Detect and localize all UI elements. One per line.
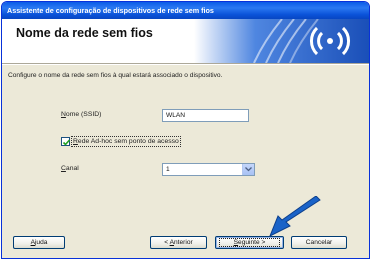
adhoc-checkbox-label[interactable]: Rede Ad-hoc sem ponto de acesso bbox=[71, 136, 181, 147]
help-button-rest: juda bbox=[34, 239, 48, 246]
back-button[interactable]: < Anterior bbox=[150, 236, 207, 249]
channel-select[interactable]: 1 bbox=[162, 163, 255, 176]
instruction-text: Configure o nome da rede sem fios à qual… bbox=[8, 72, 223, 79]
checkmark-icon bbox=[62, 139, 71, 146]
back-button-rest: nterior bbox=[174, 239, 193, 246]
header-divider-highlight bbox=[2, 64, 369, 65]
wizard-header: Nome da rede sem fios bbox=[2, 19, 369, 63]
help-button[interactable]: Ajuda bbox=[13, 236, 65, 249]
wireless-signal-icon bbox=[194, 19, 369, 63]
channel-select-value: 1 bbox=[166, 166, 170, 173]
ssid-label: Nome (SSID) bbox=[61, 111, 102, 118]
wizard-window: Assistente de configuração de dispositiv… bbox=[1, 1, 370, 259]
channel-label: Canal bbox=[61, 165, 79, 172]
page-title: Nome da rede sem fios bbox=[16, 26, 153, 40]
adhoc-label-rest: ede Ad-hoc sem ponto de acesso bbox=[77, 138, 179, 145]
pointer-arrow-icon bbox=[269, 196, 321, 238]
title-bar: Assistente de configuração de dispositiv… bbox=[2, 2, 369, 19]
channel-label-rest: anal bbox=[65, 165, 79, 172]
ssid-input[interactable]: WLAN bbox=[162, 109, 249, 122]
ssid-label-rest: ome (SSID) bbox=[65, 111, 102, 118]
adhoc-checkbox[interactable] bbox=[61, 137, 71, 146]
chevron-down-icon[interactable] bbox=[242, 164, 254, 175]
